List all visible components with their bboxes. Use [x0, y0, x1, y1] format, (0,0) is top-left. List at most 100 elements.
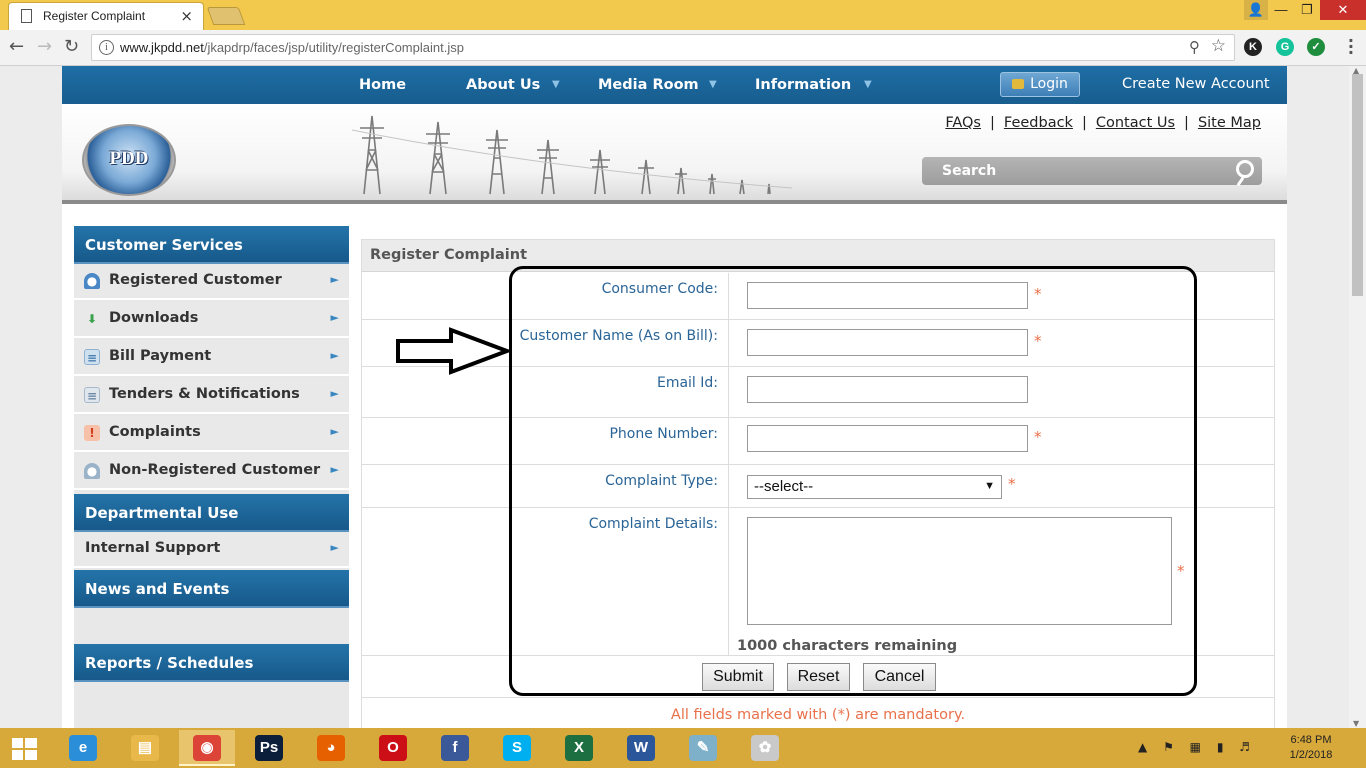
taskbar-app-explorer[interactable]: ▤ — [117, 730, 173, 766]
nav-information[interactable]: Information — [755, 77, 851, 93]
sidebar-item-label: Non-Registered Customer — [109, 462, 321, 478]
sidebar-item-internal-support[interactable]: Internal Support ► — [74, 532, 349, 568]
link-separator: | — [990, 115, 995, 131]
close-window-button[interactable]: ✕ — [1320, 0, 1366, 20]
reload-icon[interactable]: ↻ — [64, 36, 79, 57]
url-text[interactable]: www.jkpdd.net/jkapdrp/faces/jsp/utility/… — [120, 40, 464, 55]
pdd-logo[interactable]: PDD — [82, 124, 176, 196]
zoom-icon[interactable]: ⚲ — [1189, 38, 1200, 56]
taskbar-app-word[interactable]: W — [613, 730, 669, 766]
notes-icon: ✎ — [689, 735, 717, 761]
url-path: /jkapdrp/faces/jsp/utility/registerCompl… — [203, 40, 464, 55]
sidebar-item-registered-customer[interactable]: ● Registered Customer ► — [74, 264, 349, 300]
sidebar-item-non-registered-customer[interactable]: ● Non-Registered Customer ► — [74, 454, 349, 490]
feedback-link[interactable]: Feedback — [1004, 115, 1073, 131]
search-placeholder: Search — [942, 163, 997, 179]
taskbar-app-facebook[interactable]: f — [427, 730, 483, 766]
page-icon — [21, 9, 32, 23]
browser-tab-active[interactable]: Register Complaint × — [8, 2, 204, 30]
sidebar-section-departmental-use[interactable]: Departmental Use — [74, 494, 349, 532]
sidebar-section-reports-schedules[interactable]: Reports / Schedules — [74, 644, 349, 682]
logo-text: PDD — [109, 148, 149, 169]
tab-title: Register Complaint — [43, 9, 146, 23]
sidebar-section-customer-services[interactable]: Customer Services — [74, 226, 349, 264]
explorer-icon: ▤ — [131, 735, 159, 761]
taskbar-clock[interactable]: 6:48 PM 1/2/2018 — [1276, 733, 1346, 763]
forward-arrow-icon[interactable]: → — [37, 36, 52, 57]
windows-taskbar: e ▤ ◉ Ps ◕ Of S X W ✎ ✿ ▲ ⚑ ▦ ▮ ♬ 6:48 PM 1/2/2018 — [0, 728, 1366, 768]
maximize-button[interactable]: ❐ — [1294, 0, 1320, 20]
scroll-down-icon[interactable]: ▼ — [1353, 719, 1359, 728]
nav-home[interactable]: Home — [359, 77, 406, 93]
bookmark-star-icon[interactable]: ☆ — [1211, 36, 1226, 56]
taskbar-app-notes[interactable]: ✎ — [675, 730, 731, 766]
chevron-down-icon[interactable]: ▼ — [864, 79, 872, 90]
complaint-details-textarea[interactable] — [747, 517, 1172, 625]
taskbar-app-skype[interactable]: S — [489, 730, 545, 766]
sidebar-item-bill-payment[interactable]: ≡ Bill Payment ► — [74, 340, 349, 376]
create-account-link[interactable]: Create New Account — [1122, 76, 1270, 92]
chevron-right-icon: ► — [330, 349, 339, 362]
tab-close-icon[interactable]: × — [180, 7, 193, 25]
browser-menu-icon[interactable]: · · · — [1348, 33, 1354, 61]
new-tab-button[interactable] — [206, 7, 246, 25]
taskbar-app-excel[interactable]: X — [551, 730, 607, 766]
taskbar-app-photoshop[interactable]: Ps — [241, 730, 297, 766]
site-map-link[interactable]: Site Map — [1198, 115, 1261, 131]
sidebar-section-news-events[interactable]: News and Events — [74, 570, 349, 608]
phone-input[interactable] — [747, 425, 1028, 452]
register-complaint-panel: Register Complaint Consumer Code: * Cust… — [361, 239, 1275, 728]
site-info-icon[interactable]: i — [99, 40, 114, 55]
grammarly-icon[interactable]: G — [1276, 38, 1294, 56]
firefox-icon: ◕ — [317, 735, 345, 761]
chevron-down-icon[interactable]: ▼ — [552, 79, 560, 90]
clock-time: 6:48 PM — [1290, 734, 1332, 746]
page-scrollbar[interactable]: ▲ ▼ — [1349, 66, 1366, 728]
nav-about-us[interactable]: About Us — [466, 77, 540, 93]
back-arrow-icon[interactable]: ← — [9, 36, 24, 57]
taskbar-app-firefox[interactable]: ◕ — [303, 730, 359, 766]
minimize-button[interactable]: — — [1268, 0, 1294, 20]
search-icon[interactable] — [1236, 160, 1254, 178]
extension-k-icon[interactable]: K — [1244, 38, 1262, 56]
faqs-link[interactable]: FAQs — [945, 115, 981, 131]
email-input[interactable] — [747, 376, 1028, 403]
search-input[interactable]: Search — [922, 157, 1262, 185]
sidebar-item-tenders[interactable]: ≡ Tenders & Notifications ► — [74, 378, 349, 414]
address-bar[interactable]: i www.jkpdd.net/jkapdrp/faces/jsp/utilit… — [91, 34, 1235, 61]
submit-button[interactable]: Submit — [702, 663, 774, 691]
windows-start-icon[interactable] — [12, 738, 38, 760]
sidebar: Customer Services ● Registered Customer … — [74, 226, 349, 728]
taskbar-app-paint[interactable]: ✿ — [737, 730, 793, 766]
browser-toolbar: ← → ↻ i www.jkpdd.net/jkapdrp/faces/jsp/… — [0, 30, 1366, 66]
utility-links: FAQs | Feedback | Contact Us | Site Map — [945, 115, 1261, 131]
taskbar-app-opera[interactable]: O — [365, 730, 421, 766]
skype-icon: S — [503, 735, 531, 761]
contact-us-link[interactable]: Contact Us — [1096, 115, 1175, 131]
profile-icon[interactable]: 👤 — [1244, 0, 1268, 20]
system-tray[interactable]: ▲ ⚑ ▦ ▮ ♬ — [1138, 740, 1256, 754]
taskbar-app-chrome[interactable]: ◉ — [179, 730, 235, 766]
login-button[interactable]: Login — [1000, 72, 1080, 97]
sidebar-item-complaints[interactable]: ! Complaints ► — [74, 416, 349, 452]
cancel-button[interactable]: Cancel — [863, 663, 936, 691]
annotation-arrow-icon — [396, 327, 511, 375]
nav-media-room[interactable]: Media Room — [598, 77, 699, 93]
scrollbar-thumb[interactable] — [1352, 74, 1363, 296]
customer-name-input[interactable] — [747, 329, 1028, 356]
phone-row: Phone Number: * — [362, 418, 1274, 465]
url-host: www.jkpdd.net — [120, 40, 204, 55]
download-icon: ⬇ — [86, 312, 98, 326]
column-divider — [728, 508, 729, 655]
sidebar-item-label: Registered Customer — [109, 272, 282, 288]
reset-button[interactable]: Reset — [787, 663, 850, 691]
form-buttons-row: Submit Reset Cancel — [362, 656, 1274, 698]
complaint-type-select[interactable]: --select-- ▼ — [747, 475, 1002, 499]
site-header: PDD FAQs | Feedback | Contact Us | Site … — [62, 104, 1287, 204]
column-divider — [728, 367, 729, 417]
chevron-down-icon[interactable]: ▼ — [709, 79, 717, 90]
shield-extension-icon[interactable]: ✓ — [1307, 38, 1325, 56]
sidebar-item-downloads[interactable]: ⬇ Downloads ► — [74, 302, 349, 338]
taskbar-app-ie[interactable]: e — [55, 730, 111, 766]
consumer-code-input[interactable] — [747, 282, 1028, 309]
